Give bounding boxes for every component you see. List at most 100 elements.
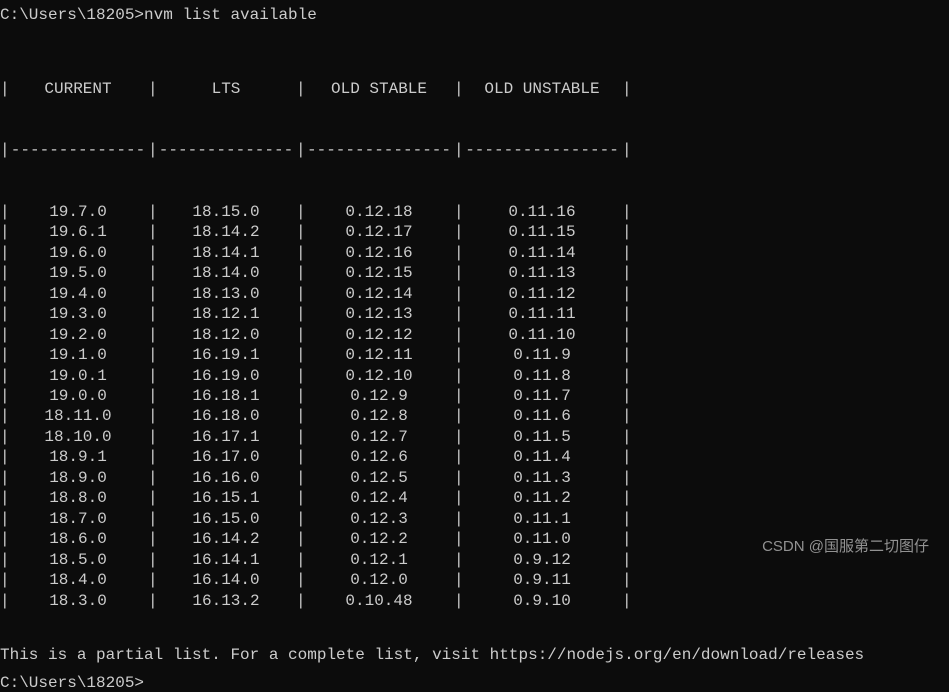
column-divider: | — [148, 386, 156, 406]
column-divider: | — [148, 304, 156, 324]
column-divider: | — [454, 304, 462, 324]
version-cell: 16.14.0 — [156, 570, 296, 590]
version-cell: 0.11.11 — [462, 304, 622, 324]
column-divider: | — [622, 345, 630, 365]
version-cell: 0.12.1 — [304, 550, 454, 570]
version-cell: 19.0.0 — [8, 386, 148, 406]
column-divider: | — [148, 79, 156, 99]
column-divider: | — [454, 263, 462, 283]
version-cell: 16.15.1 — [156, 488, 296, 508]
column-divider: | — [296, 222, 304, 242]
version-cell: 16.14.1 — [156, 550, 296, 570]
column-divider: | — [622, 366, 630, 386]
column-divider: | — [0, 386, 8, 406]
column-divider: | — [296, 386, 304, 406]
column-divider: | — [0, 222, 8, 242]
column-divider: | — [296, 325, 304, 345]
column-divider: | — [454, 366, 462, 386]
table-separator-row: | -------------- | -------------- | ----… — [0, 140, 949, 160]
version-cell: 0.12.13 — [304, 304, 454, 324]
column-divider: | — [454, 509, 462, 529]
table-row: |19.0.0|16.18.1|0.12.9|0.11.7| — [0, 386, 949, 406]
table-row: |19.7.0|18.15.0|0.12.18|0.11.16| — [0, 202, 949, 222]
version-cell: 16.17.0 — [156, 447, 296, 467]
column-divider: | — [622, 243, 630, 263]
version-cell: 18.14.1 — [156, 243, 296, 263]
column-divider: | — [296, 509, 304, 529]
column-divider: | — [296, 284, 304, 304]
column-divider: | — [454, 570, 462, 590]
table-row: |19.1.0|16.19.1|0.12.11|0.11.9| — [0, 345, 949, 365]
version-cell: 0.10.48 — [304, 591, 454, 611]
column-divider: | — [0, 366, 8, 386]
table-row: |19.2.0|18.12.0|0.12.12|0.11.10| — [0, 325, 949, 345]
version-cell: 0.9.11 — [462, 570, 622, 590]
command-prompt-line: C:\Users\18205>nvm list available — [0, 6, 949, 24]
version-cell: 16.17.1 — [156, 427, 296, 447]
header-lts: LTS — [156, 79, 296, 99]
table-row: |18.9.0|16.16.0|0.12.5|0.11.3| — [0, 468, 949, 488]
column-divider: | — [0, 284, 8, 304]
column-divider: | — [148, 222, 156, 242]
column-divider: | — [622, 325, 630, 345]
version-cell: 0.12.15 — [304, 263, 454, 283]
version-cell: 19.0.1 — [8, 366, 148, 386]
column-divider: | — [454, 447, 462, 467]
column-divider: | — [0, 263, 8, 283]
column-divider: | — [0, 570, 8, 590]
version-cell: 0.12.12 — [304, 325, 454, 345]
table-row: |18.4.0|16.14.0|0.12.0|0.9.11| — [0, 570, 949, 590]
column-divider: | — [0, 468, 8, 488]
footer-note: This is a partial list. For a complete l… — [0, 646, 949, 664]
table-row: |18.7.0|16.15.0|0.12.3|0.11.1| — [0, 509, 949, 529]
version-cell: 0.12.10 — [304, 366, 454, 386]
column-divider: | — [454, 488, 462, 508]
command-prompt-line-2: C:\Users\18205> — [0, 674, 949, 692]
table-row: |18.3.0|16.13.2|0.10.48|0.9.10| — [0, 591, 949, 611]
column-divider: | — [622, 427, 630, 447]
column-divider: | — [622, 406, 630, 426]
column-divider: | — [454, 202, 462, 222]
version-cell: 19.2.0 — [8, 325, 148, 345]
column-divider: | — [0, 509, 8, 529]
column-divider: | — [622, 202, 630, 222]
version-cell: 18.12.0 — [156, 325, 296, 345]
column-divider: | — [148, 284, 156, 304]
version-cell: 18.8.0 — [8, 488, 148, 508]
version-cell: 0.12.0 — [304, 570, 454, 590]
header-old-stable: OLD STABLE — [304, 79, 454, 99]
version-cell: 18.10.0 — [8, 427, 148, 447]
column-divider: | — [0, 529, 8, 549]
column-divider: | — [622, 488, 630, 508]
version-cell: 0.12.3 — [304, 509, 454, 529]
version-cell: 19.7.0 — [8, 202, 148, 222]
version-cell: 0.11.16 — [462, 202, 622, 222]
version-cell: 16.13.2 — [156, 591, 296, 611]
version-cell: 18.13.0 — [156, 284, 296, 304]
prompt-path: C:\Users\18205> — [0, 6, 144, 24]
column-divider: | — [296, 366, 304, 386]
column-divider: | — [148, 468, 156, 488]
table-row: |18.8.0|16.15.1|0.12.4|0.11.2| — [0, 488, 949, 508]
column-divider: | — [296, 304, 304, 324]
column-divider: | — [622, 468, 630, 488]
version-cell: 0.12.9 — [304, 386, 454, 406]
column-divider: | — [622, 570, 630, 590]
version-cell: 0.11.13 — [462, 263, 622, 283]
column-divider: | — [622, 591, 630, 611]
version-cell: 16.18.1 — [156, 386, 296, 406]
version-cell: 0.11.3 — [462, 468, 622, 488]
column-divider: | — [296, 529, 304, 549]
column-divider: | — [0, 79, 8, 99]
column-divider: | — [622, 509, 630, 529]
column-divider: | — [622, 550, 630, 570]
column-divider: | — [0, 427, 8, 447]
version-cell: 16.15.0 — [156, 509, 296, 529]
table-row: |18.11.0|16.18.0|0.12.8|0.11.6| — [0, 406, 949, 426]
table-header-row: | CURRENT | LTS | OLD STABLE | OLD UNSTA… — [0, 79, 949, 99]
column-divider: | — [454, 550, 462, 570]
version-cell: 0.11.1 — [462, 509, 622, 529]
column-divider: | — [0, 345, 8, 365]
column-divider: | — [296, 79, 304, 99]
column-divider: | — [148, 406, 156, 426]
